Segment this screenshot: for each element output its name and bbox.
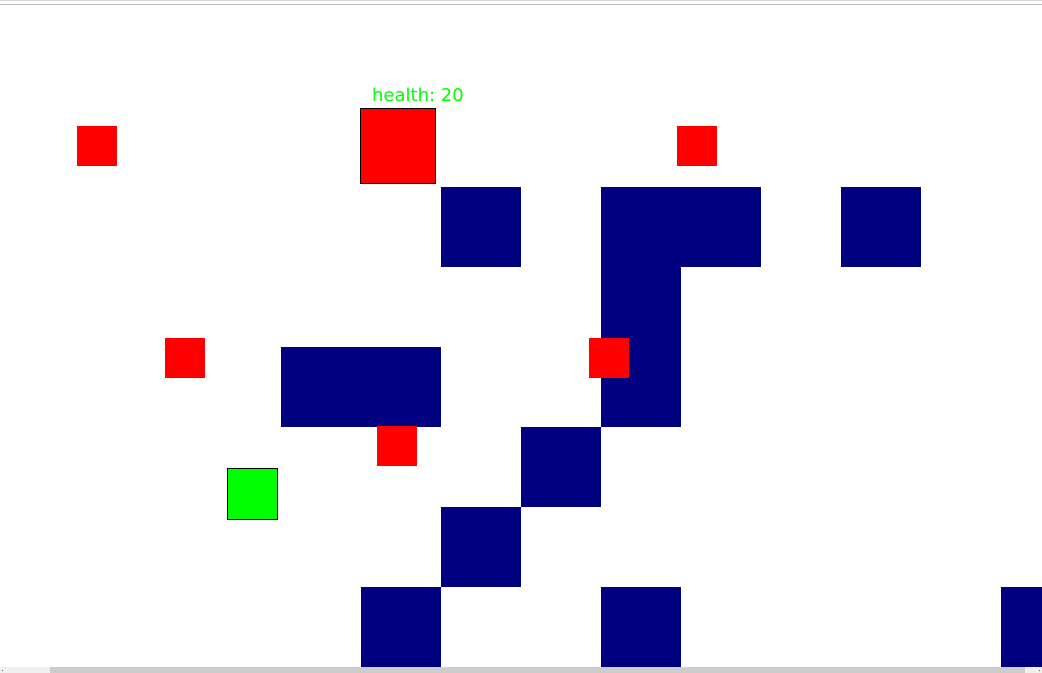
wall-tile (601, 187, 761, 267)
enemy (165, 338, 205, 378)
scrollbar-thumb[interactable] (50, 667, 1025, 673)
scroll-right-icon[interactable] (1036, 667, 1042, 673)
player (227, 468, 278, 520)
wall-tile (441, 187, 521, 267)
wall-tile (521, 427, 601, 507)
wall-tile (601, 587, 681, 667)
enemy (377, 426, 417, 466)
boss-enemy (360, 108, 436, 184)
game-canvas[interactable]: health: 20 (0, 0, 1042, 673)
enemy (77, 126, 117, 166)
boss-health-label: health: 20 (372, 85, 464, 106)
wall-tile (441, 507, 521, 587)
wall-tile (281, 347, 441, 427)
wall-tile (361, 587, 441, 667)
scroll-left-icon[interactable] (0, 667, 6, 673)
wall-tile (841, 187, 921, 267)
window-top-border (0, 0, 1042, 5)
horizontal-scrollbar[interactable] (0, 667, 1042, 673)
enemy (589, 338, 629, 378)
wall-tile (1001, 587, 1042, 667)
enemy (677, 126, 717, 166)
